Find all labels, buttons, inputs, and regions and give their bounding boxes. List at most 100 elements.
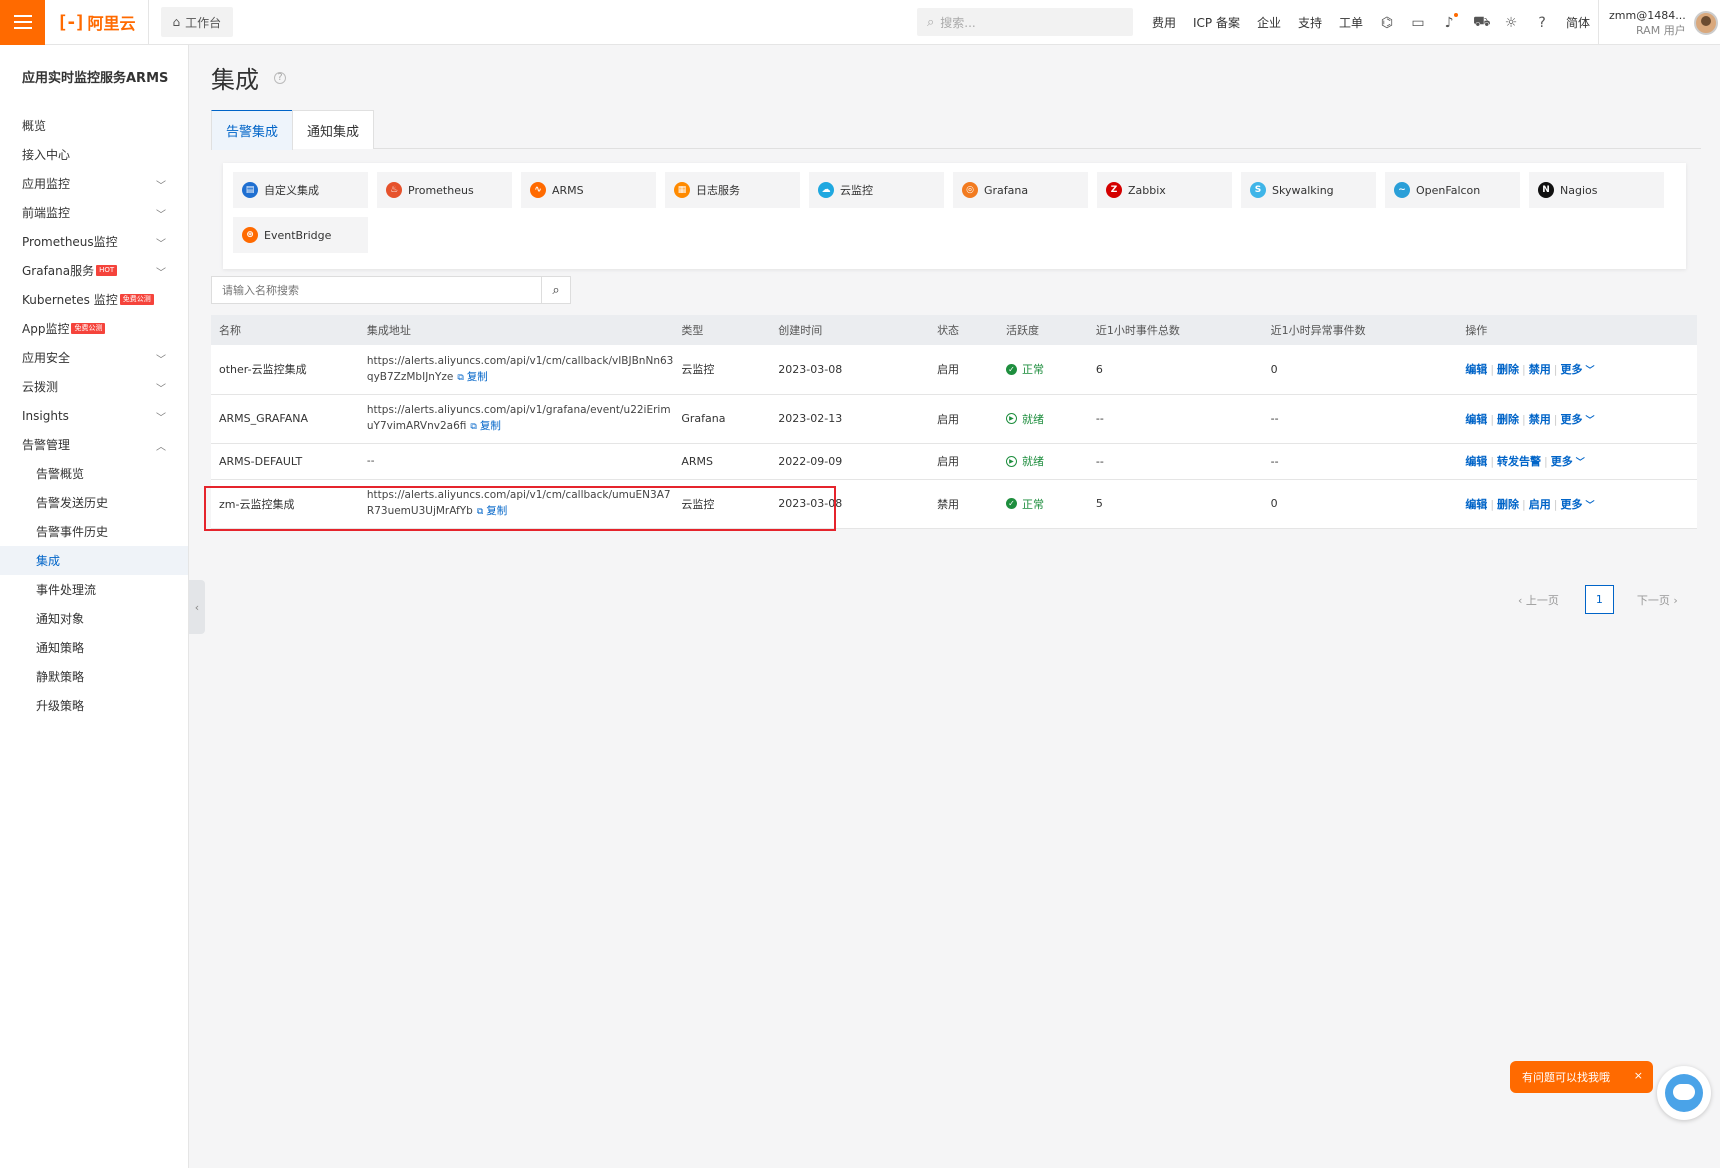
status-badge: ▶ 就绪 [1005, 453, 1044, 469]
chevron-down-icon: ﹀ [156, 413, 166, 424]
integration-name: 云监控 [840, 184, 873, 197]
action-link[interactable]: 删除 [1497, 363, 1519, 376]
sidebar-item-label: 应用监控 [22, 177, 71, 191]
action-link[interactable]: 禁用 [1529, 413, 1551, 426]
user-menu[interactable]: zmm@1484... RAM 用户 [1598, 0, 1718, 45]
sidebar-subitem[interactable]: 升级策略 [0, 691, 188, 720]
bulb-icon[interactable]: ☼ [1504, 15, 1518, 31]
search-button[interactable]: ⌕ [541, 277, 570, 303]
action-link[interactable]: 启用 [1529, 498, 1551, 511]
more-button[interactable]: 更多 ﹀ [1560, 413, 1594, 426]
sidebar-subitem[interactable]: 通知策略 [0, 633, 188, 662]
copy-button[interactable]: ⧉ 复制 [477, 505, 507, 517]
more-button[interactable]: 更多 ﹀ [1560, 363, 1594, 376]
link-icp[interactable]: ICP 备案 [1193, 14, 1240, 31]
sidebar-item[interactable]: Kubernetes 监控 免费公测 [0, 285, 188, 314]
integration-card[interactable]: N Nagios [1529, 172, 1664, 208]
more-button[interactable]: 更多 ﹀ [1560, 498, 1594, 511]
help-icon[interactable]: ? [274, 71, 286, 84]
code-icon[interactable]: ⌬ [1380, 15, 1394, 31]
cell-date: 2023-03-08 [770, 479, 930, 529]
sidebar-subitem[interactable]: 告警发送历史 [0, 488, 188, 517]
sidebar-subitem[interactable]: 事件处理流 [0, 575, 188, 604]
aliyun-logo[interactable]: [-] 阿里云 [57, 0, 149, 45]
action-link[interactable]: 禁用 [1529, 363, 1551, 376]
tab-alert-integration[interactable]: 告警集成 [211, 110, 294, 150]
column-header: 名称 [211, 315, 359, 345]
check-circle-icon: ✓ [1005, 498, 1017, 509]
copy-label: 复制 [466, 370, 488, 383]
status-label: 就绪 [1021, 455, 1044, 469]
sidebar-item[interactable]: 应用监控 ﹀ [0, 169, 188, 198]
sidebar-subitem[interactable]: 告警概览 [0, 459, 188, 488]
sidebar-item[interactable]: 前端监控 ﹀ [0, 198, 188, 227]
integration-card[interactable]: S Skywalking [1241, 172, 1376, 208]
action-link[interactable]: 转发告警 [1497, 455, 1541, 468]
cell-address: -- [358, 443, 674, 480]
action-link[interactable]: 编辑 [1465, 455, 1487, 468]
copy-button[interactable]: ⧉ 复制 [470, 420, 500, 432]
sidebar-subitem[interactable]: 集成 [0, 546, 188, 575]
sidebar-item[interactable]: Grafana服务 HOT ﹀ [0, 256, 188, 285]
copy-button[interactable]: ⧉ 复制 [457, 371, 487, 383]
sidebar-item[interactable]: 云拨测 ﹀ [0, 372, 188, 401]
action-link[interactable]: 删除 [1497, 498, 1519, 511]
sidebar-item[interactable]: 告警管理 ︿ [0, 430, 188, 459]
integration-card[interactable]: ▦ 日志服务 [665, 172, 800, 208]
integration-card[interactable]: ⊛ EventBridge [233, 217, 368, 253]
collapse-sidebar-handle[interactable]: ‹ [189, 580, 205, 634]
address-line-2-text: R73uemU3UjMrAfYb [366, 505, 473, 517]
global-search-input[interactable]: ⌕ 搜索... [917, 8, 1133, 36]
current-page[interactable]: 1 [1584, 585, 1614, 614]
link-support[interactable]: 支持 [1298, 14, 1322, 31]
sidebar-item[interactable]: App监控 免费公测 [0, 314, 188, 343]
bell-icon[interactable]: ♪ [1442, 12, 1459, 31]
assistant-bubble[interactable]: 有问题可以找我哦 × [1510, 1061, 1653, 1093]
integration-card[interactable]: Z Zabbix [1097, 172, 1232, 208]
address-text: https://alerts.aliyuncs.com/api/v1/cm/ca… [367, 353, 673, 386]
tab-notify-integration[interactable]: 通知集成 [292, 110, 375, 149]
sidebar-item[interactable]: 接入中心 [0, 140, 188, 169]
integration-card[interactable]: ▤ 自定义集成 [233, 172, 368, 208]
table-row: other-云监控集成 https://alerts.aliyuncs.com/a… [211, 345, 1697, 395]
prev-page-button[interactable]: ‹ 上一页 [1518, 592, 1559, 608]
link-enterprise[interactable]: 企业 [1257, 14, 1281, 31]
avatar[interactable] [1693, 10, 1718, 35]
chevron-down-icon: ﹀ [156, 384, 166, 395]
integration-card[interactable]: ∿ ARMS [521, 172, 656, 208]
cell-state: 禁用 [929, 479, 998, 529]
sidebar-subitem[interactable]: 通知对象 [0, 604, 188, 633]
sidebar-item[interactable]: Insights ﹀ [0, 401, 188, 430]
menu-icon[interactable] [0, 0, 45, 45]
action-link[interactable]: 删除 [1497, 413, 1519, 426]
terminal-icon[interactable]: ▭ [1411, 15, 1425, 31]
link-ticket[interactable]: 工单 [1339, 14, 1363, 31]
integration-card[interactable]: ♨ Prometheus [377, 172, 512, 208]
integration-card[interactable]: ∼ OpenFalcon [1385, 172, 1520, 208]
help-icon[interactable]: ? [1535, 15, 1549, 31]
close-icon[interactable]: × [1634, 1069, 1643, 1082]
link-billing[interactable]: 费用 [1152, 14, 1176, 31]
sidebar-subitem[interactable]: 告警事件历史 [0, 517, 188, 546]
assistant-avatar[interactable] [1657, 1066, 1711, 1120]
cart-icon[interactable]: ⛟ [1473, 14, 1491, 32]
sidebar-item[interactable]: 概览 [0, 111, 188, 140]
action-link[interactable]: 编辑 [1465, 498, 1487, 511]
copy-icon: ⧉ [470, 422, 477, 432]
action-link[interactable]: 编辑 [1465, 413, 1487, 426]
more-button[interactable]: 更多 ﹀ [1551, 455, 1585, 468]
sidebar-item[interactable]: 应用安全 ﹀ [0, 343, 188, 372]
play-circle-icon: ▶ [1005, 455, 1017, 467]
language-switch[interactable]: 简体 [1566, 14, 1590, 31]
action-link[interactable]: 编辑 [1465, 363, 1487, 376]
next-page-button[interactable]: 下一页 › [1637, 592, 1678, 608]
status-badge: ▶ 就绪 [1005, 411, 1044, 427]
integration-card[interactable]: ☁ 云监控 [809, 172, 944, 208]
sidebar-item[interactable]: Prometheus监控 ﹀ [0, 227, 188, 256]
sidebar-subitem[interactable]: 静默策略 [0, 662, 188, 691]
search-input[interactable] [212, 277, 541, 303]
workbench-button[interactable]: ⌂ 工作台 [160, 7, 234, 37]
integration-card[interactable]: ◎ Grafana [953, 172, 1088, 208]
table-row: zm-云监控集成 https://alerts.aliyuncs.com/api/… [211, 479, 1697, 529]
integration-table: 名称 集成地址 类型 创建时间 状态 活跃度 近1小时事件总数 近1小时异常事件数 操作 oth… [211, 315, 1697, 529]
